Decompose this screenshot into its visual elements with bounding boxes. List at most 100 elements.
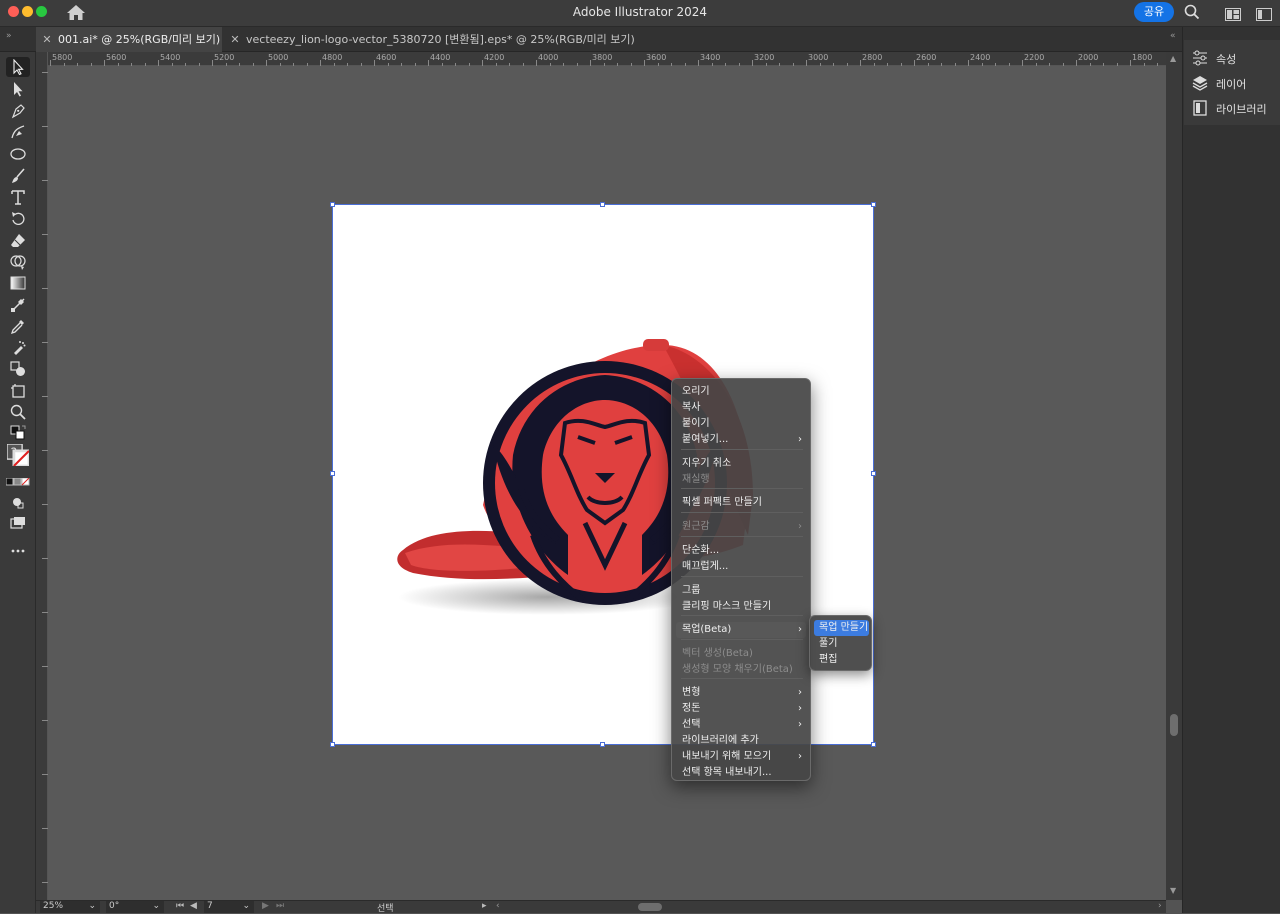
context-menu-item[interactable]: 목업(Beta) › [676, 622, 806, 638]
edit-toolbar-icon[interactable] [6, 541, 30, 561]
collapse-toolbar-icon[interactable]: » [6, 31, 12, 41]
draw-mode-icon[interactable] [6, 492, 30, 512]
share-button[interactable]: 공유 [1134, 2, 1174, 22]
screen-mode-icon[interactable] [6, 513, 30, 533]
tab-document-vecteezy[interactable]: ✕ vecteezy_lion-logo-vector_5380720 [변환됨]… [224, 27, 634, 52]
direct-selection-tool-icon[interactable] [6, 79, 30, 99]
zoom-tool-icon[interactable] [6, 402, 30, 422]
selection-handle-s[interactable] [600, 742, 605, 747]
document-canvas[interactable] [48, 66, 1166, 900]
ruler-label: 1800 [1132, 53, 1153, 62]
ruler-label: 5000 [268, 53, 289, 62]
shape-builder-tool-icon[interactable] [6, 252, 30, 272]
fill-stroke-swatch[interactable]: ? [6, 444, 30, 466]
submenu-item[interactable]: 편집 [814, 652, 869, 668]
selection-handle-se[interactable] [871, 742, 876, 747]
scroll-right-icon[interactable]: › [1158, 901, 1162, 911]
ruler-label: 4000 [538, 53, 559, 62]
search-icon[interactable] [1184, 4, 1200, 24]
rotate-tool-icon[interactable] [6, 209, 30, 229]
rotation-select[interactable]: 0° ⌄ [106, 901, 164, 913]
selection-handle-ne[interactable] [871, 202, 876, 207]
previous-artboard-icon[interactable]: ◀ [190, 901, 197, 911]
submenu-item[interactable]: 목업 만들기 [814, 620, 869, 636]
zoom-level-select[interactable]: 25% ⌄ [40, 901, 100, 913]
menu-item-label: 목업(Beta) [682, 624, 732, 635]
layers-icon [1192, 75, 1216, 94]
context-menu-item[interactable]: 라이브러리에 추가 [676, 733, 806, 749]
selection-handle-e[interactable] [871, 471, 876, 476]
vertical-scroll-thumb[interactable] [1170, 714, 1178, 736]
vertical-ruler[interactable] [36, 52, 48, 900]
artboard-tool-icon[interactable] [6, 381, 30, 401]
ruler-label: 4200 [484, 53, 505, 62]
properties-icon [1192, 50, 1216, 69]
context-menu-item[interactable]: 단순화... [676, 543, 806, 559]
context-menu-item[interactable]: 오리기 [676, 384, 806, 400]
tab-document-001[interactable]: ✕ 001.ai* @ 25%(RGB/미리 보기) [36, 27, 222, 52]
color-mode-buttons[interactable] [6, 476, 30, 488]
close-tab-icon[interactable]: ✕ [40, 27, 54, 52]
chevron-right-icon: › [798, 434, 802, 445]
first-artboard-icon[interactable]: ⏮ [176, 901, 184, 911]
selection-handle-nw[interactable] [330, 202, 335, 207]
context-menu-item[interactable]: 내보내기 위해 모으기 › [676, 749, 806, 765]
panel-list: 속성 레이어 라이브러리 [1184, 40, 1280, 125]
context-menu-item[interactable]: 선택 항목 내보내기... [676, 765, 806, 781]
tab-label: 001.ai* @ 25%(RGB/미리 보기) [58, 33, 221, 46]
context-menu-item[interactable]: 붙여넣기... › [676, 432, 806, 448]
context-menu-item[interactable]: 클리핑 마스크 만들기 [676, 599, 806, 615]
selection-handle-w[interactable] [330, 471, 335, 476]
chevron-down-icon: ⌄ [242, 901, 250, 911]
gradient-tool-icon[interactable] [6, 273, 30, 293]
shapes-tool-icon[interactable] [6, 359, 30, 379]
artboard-number-select[interactable]: 7 ⌄ [204, 901, 254, 913]
context-menu-item[interactable]: 정돈 › [676, 701, 806, 717]
horizontal-scroll-thumb[interactable] [638, 903, 662, 911]
close-tab-icon[interactable]: ✕ [228, 27, 242, 52]
status-menu-arrow-icon[interactable]: ▸ [482, 901, 487, 911]
menu-separator [681, 488, 803, 489]
next-artboard-icon[interactable]: ▶ [262, 901, 269, 911]
context-menu-item[interactable]: 그룹 [676, 583, 806, 599]
type-tool-icon[interactable] [6, 187, 30, 207]
panel-layers[interactable]: 레이어 [1192, 74, 1246, 94]
workspace-switcher-icon[interactable] [1225, 6, 1241, 25]
selection-handle-n[interactable] [600, 202, 605, 207]
paintbrush-tool-icon[interactable] [6, 166, 30, 186]
scroll-left-icon[interactable]: ‹ [496, 901, 500, 911]
scroll-up-icon[interactable]: ▲ [1170, 54, 1176, 63]
rotation-value: 0° [109, 901, 120, 911]
context-menu-item[interactable]: 매끄럽게... [676, 559, 806, 575]
last-artboard-icon[interactable]: ⏭ [276, 901, 284, 911]
context-menu-item[interactable]: 복사 [676, 400, 806, 416]
horizontal-ruler[interactable]: 5800 5600 5400 5200 5000 4800 4600 4400 4200 4000… [48, 52, 1172, 66]
ruler-label: 4400 [430, 53, 451, 62]
ruler-label: 2400 [970, 53, 991, 62]
menu-item-label: 지우기 취소 [682, 458, 732, 469]
eyedropper-tool-icon[interactable] [6, 316, 30, 336]
panel-properties[interactable]: 속성 [1192, 49, 1236, 69]
pen-tool-icon[interactable] [6, 101, 30, 121]
context-menu-item[interactable]: 픽셀 퍼펙트 만들기 [676, 495, 806, 511]
context-menu-item[interactable]: 선택 › [676, 717, 806, 733]
selection-handle-sw[interactable] [330, 742, 335, 747]
panel-libraries[interactable]: 라이브러리 [1192, 99, 1267, 119]
menu-item-label: 원근감 [682, 521, 710, 532]
collapse-panels-icon[interactable]: « [1170, 31, 1176, 41]
vertical-scrollbar[interactable]: ▲ ▼ [1166, 52, 1182, 900]
panel-toggle-icon[interactable] [1256, 6, 1272, 25]
submenu-item[interactable]: 풀기 [814, 636, 869, 652]
horizontal-scrollbar[interactable]: ‹ › [496, 901, 1162, 912]
context-menu-item[interactable]: 지우기 취소 [676, 456, 806, 472]
selection-tool-icon[interactable] [6, 57, 30, 77]
eraser-tool-icon[interactable] [6, 230, 30, 250]
context-menu-item[interactable]: 변형 › [676, 685, 806, 701]
context-menu-item[interactable]: 붙이기 [676, 416, 806, 432]
blend-tool-icon[interactable] [6, 295, 30, 315]
ellipse-tool-icon[interactable] [6, 144, 30, 164]
curvature-tool-icon[interactable] [6, 122, 30, 142]
symbol-sprayer-tool-icon[interactable] [6, 338, 30, 358]
scroll-down-icon[interactable]: ▼ [1170, 886, 1176, 895]
default-fill-stroke-icon[interactable] [6, 425, 30, 440]
